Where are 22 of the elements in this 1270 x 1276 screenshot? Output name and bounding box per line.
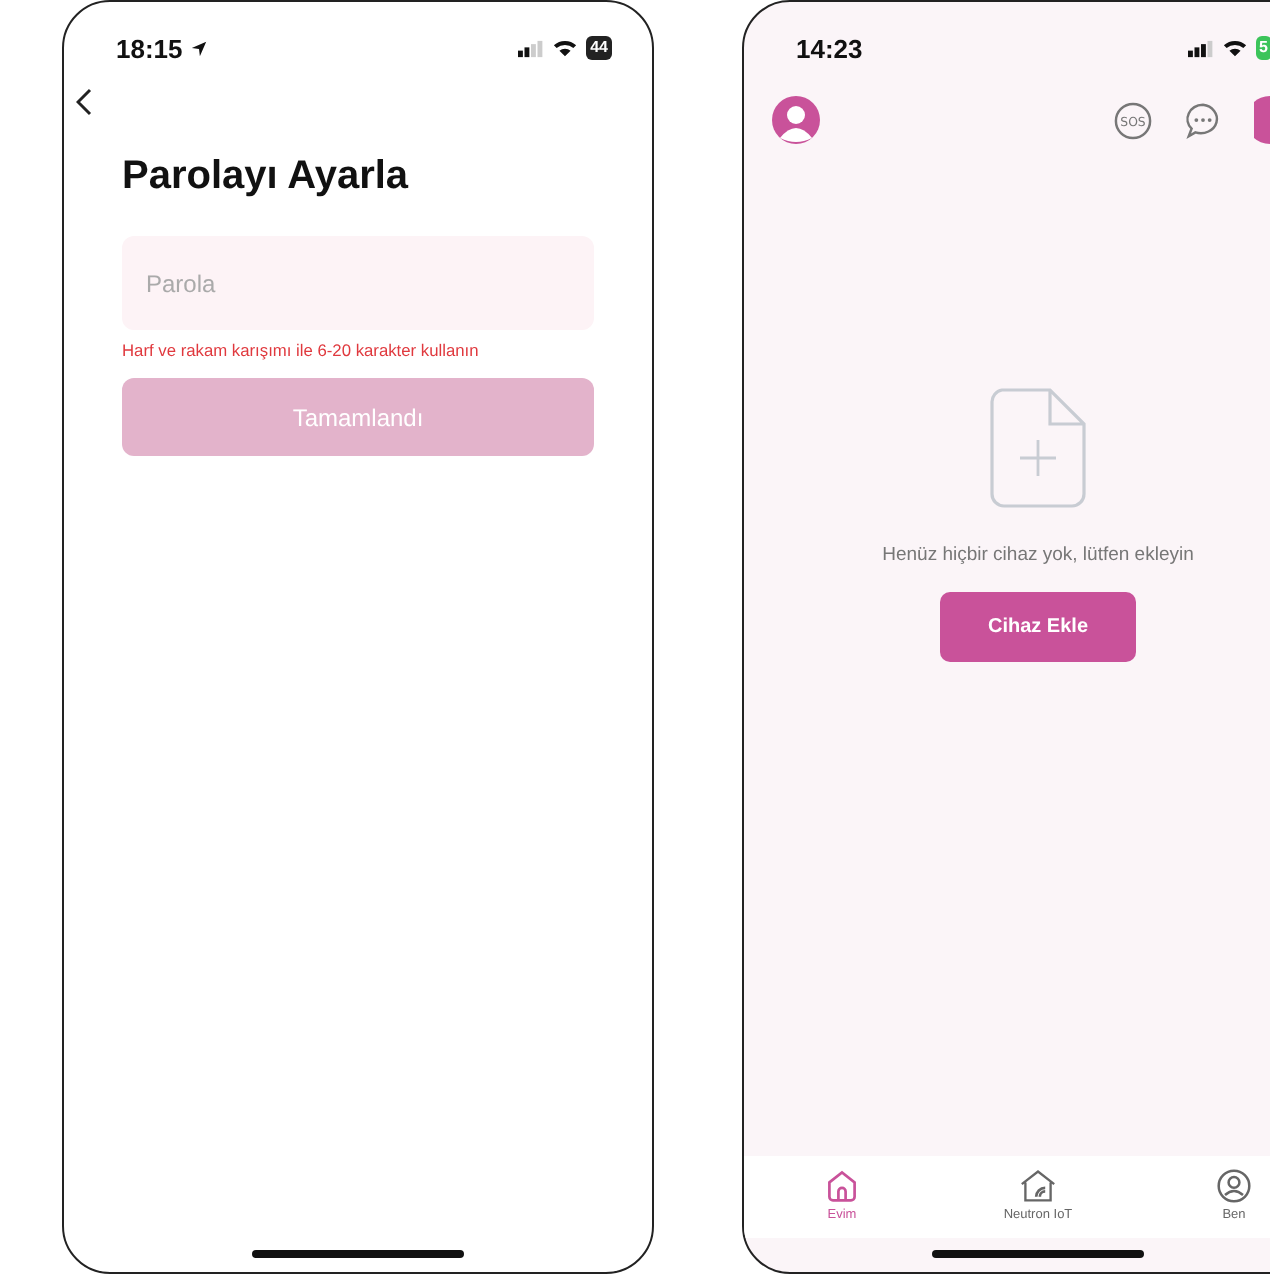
avatar-icon[interactable] (772, 96, 820, 144)
battery-level: 44 (586, 36, 612, 60)
empty-message: Henüz hiçbir cihaz yok, lütfen ekleyin (882, 544, 1194, 566)
chat-icon[interactable] (1184, 101, 1222, 139)
location-arrow-icon (190, 39, 209, 57)
status-time: 18:15 (116, 33, 183, 63)
signal-icon (1187, 39, 1214, 57)
back-icon[interactable] (76, 88, 92, 116)
wifi-icon (1221, 38, 1248, 58)
avatar-icon[interactable] (1254, 96, 1270, 144)
home-icon (824, 1168, 860, 1204)
add-device-button[interactable]: Cihaz Ekle (940, 592, 1136, 662)
signal-icon (518, 39, 545, 57)
page-title: Parolayı Ayarla (122, 154, 411, 200)
add-file-icon (990, 388, 1086, 508)
status-time: 14:23 (796, 33, 863, 63)
wifi-icon (552, 38, 579, 58)
user-icon (1216, 1168, 1252, 1204)
battery-level: 5 (1255, 36, 1270, 60)
password-field[interactable]: Parola (122, 236, 594, 330)
password-hint: Harf ve rakam karışımı ile 6-20 karakter kullanın (122, 340, 481, 360)
house-wifi-icon (1018, 1168, 1058, 1204)
